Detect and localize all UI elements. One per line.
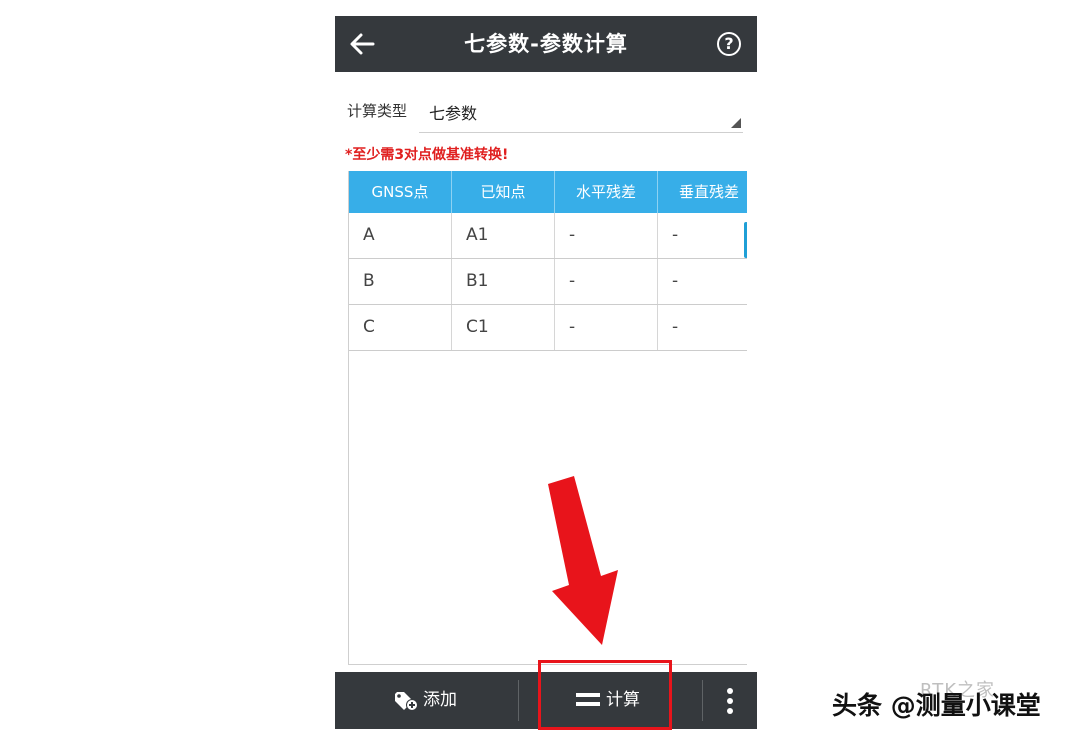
table-row[interactable]: B B1 - - (349, 259, 747, 305)
table-cell: A (349, 213, 452, 258)
column-header-vertical-residual[interactable]: 垂直残差 (658, 171, 747, 213)
table-cell: - (658, 305, 747, 350)
top-bar: 七参数-参数计算 ? (335, 16, 757, 72)
calculate-button[interactable]: 计算 (520, 672, 702, 729)
calc-type-select[interactable]: 七参数 (419, 94, 743, 133)
calc-type-label: 计算类型 (347, 102, 408, 120)
table-cell: C (349, 305, 452, 350)
table-cell: B1 (452, 259, 555, 304)
table-cell: B (349, 259, 452, 304)
bottom-divider (518, 680, 519, 721)
table-header: GNSS点 已知点 水平残差 垂直残差 (349, 171, 747, 213)
table-cell: - (555, 305, 658, 350)
table-row[interactable]: A A1 - - (349, 213, 747, 259)
column-header-horizontal-residual[interactable]: 水平残差 (555, 171, 658, 213)
bottom-bar: 添加 计算 (335, 672, 757, 729)
more-options-button[interactable] (704, 672, 757, 729)
table-cell: A1 (452, 213, 555, 258)
add-button-label: 添加 (423, 690, 457, 710)
table-row[interactable]: C C1 - - (349, 305, 747, 351)
red-arrow-annotation (548, 476, 618, 645)
bottom-divider (702, 680, 703, 721)
calculate-button-label: 计算 (606, 690, 640, 710)
add-button[interactable]: 添加 (335, 672, 518, 729)
calc-type-value: 七参数 (429, 104, 478, 123)
page-title: 七参数-参数计算 (464, 32, 628, 56)
column-header-gnss[interactable]: GNSS点 (349, 171, 452, 213)
tag-plus-icon (395, 692, 418, 711)
table-cell: - (658, 213, 747, 258)
table-cell: - (555, 213, 658, 258)
table-cell: - (555, 259, 658, 304)
vertical-dots-icon (727, 688, 733, 714)
question-circle-icon[interactable]: ? (717, 32, 741, 56)
table-cell: - (658, 259, 747, 304)
warning-text: *至少需3对点做基准转换! (345, 147, 509, 163)
column-header-known[interactable]: 已知点 (452, 171, 555, 213)
table-cell: C1 (452, 305, 555, 350)
watermark-text: 头条 @测量小课堂 (832, 691, 1041, 720)
equals-icon (576, 693, 600, 706)
arrow-left-icon[interactable] (349, 32, 375, 56)
table-scrollbar[interactable] (744, 222, 747, 258)
caret-down-icon (731, 118, 741, 128)
